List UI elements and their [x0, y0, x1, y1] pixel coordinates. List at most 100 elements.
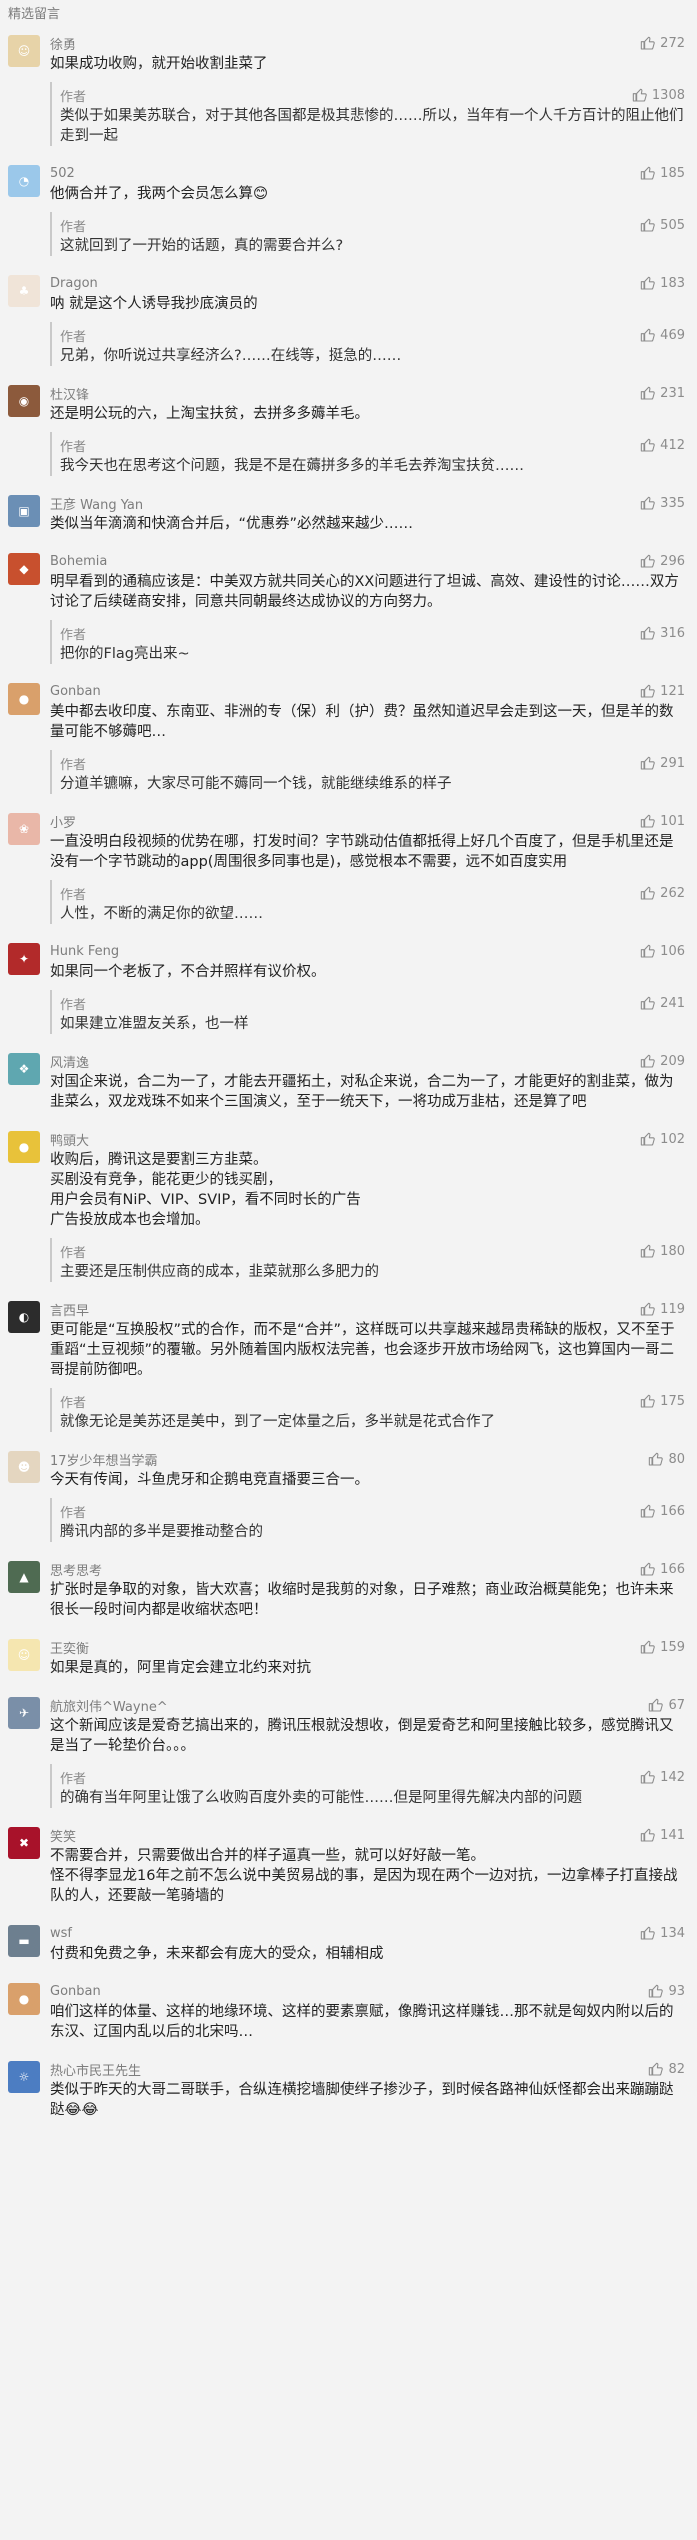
- reply-like-count: 241: [660, 995, 685, 1011]
- like-button[interactable]: 102: [640, 1131, 685, 1147]
- comment-nickname[interactable]: 杜汉锋: [50, 384, 640, 403]
- comment-nickname[interactable]: 风清逸: [50, 1052, 640, 1071]
- like-button[interactable]: 67: [648, 1697, 685, 1713]
- comment-nickname[interactable]: 17岁少年想当学霸: [50, 1450, 648, 1469]
- avatar[interactable]: ☺: [8, 1639, 40, 1671]
- comment-item: ◔ 502 185 他俩合并了，我两个会员怎么算😊 作者 505 这就回到了一开…: [0, 160, 697, 270]
- comment-nickname[interactable]: 笑笑: [50, 1826, 640, 1845]
- avatar[interactable]: ✈: [8, 1697, 40, 1729]
- like-button[interactable]: 106: [640, 943, 685, 959]
- reply-like-button[interactable]: 469: [640, 327, 685, 343]
- comment-item: ● 鸭頭大 102 收购后，腾讯这是要割三方韭菜。 买剧没有竞争，能花更少的钱买剧…: [0, 1126, 697, 1296]
- reply-like-button[interactable]: 175: [640, 1393, 685, 1409]
- author-reply: 作者 469 兄弟，你听说过共享经济么?……在线等，挺急的……: [50, 322, 685, 366]
- avatar[interactable]: ▬: [8, 1925, 40, 1957]
- comment-nickname[interactable]: 王奕衡: [50, 1638, 640, 1657]
- thumbs-up-icon: [640, 996, 655, 1010]
- like-button[interactable]: 231: [640, 385, 685, 401]
- emoji-icon: 😂😂: [64, 2102, 99, 2118]
- thumbs-up-icon: [640, 1562, 655, 1576]
- avatar-glyph: ☻: [17, 1460, 31, 1474]
- comment-nickname[interactable]: 热心市民王先生: [50, 2060, 648, 2079]
- author-reply: 作者 291 分道羊镳嘛，大家尽可能不薅同一个钱，就能继续维系的样子: [50, 750, 685, 794]
- author-label: 作者: [60, 757, 87, 773]
- reply-like-button[interactable]: 412: [640, 437, 685, 453]
- avatar[interactable]: ❖: [8, 1053, 40, 1085]
- avatar[interactable]: ☻: [8, 1451, 40, 1483]
- comment-nickname[interactable]: Dragon: [50, 276, 640, 291]
- like-button[interactable]: 119: [640, 1301, 685, 1317]
- comment-nickname[interactable]: Gonban: [50, 1984, 648, 1999]
- like-button[interactable]: 185: [640, 165, 685, 181]
- reply-like-button[interactable]: 291: [640, 755, 685, 771]
- reply-like-button[interactable]: 166: [640, 1503, 685, 1519]
- like-button[interactable]: 159: [640, 1639, 685, 1655]
- avatar[interactable]: ◔: [8, 165, 40, 197]
- thumbs-up-icon: [640, 438, 655, 452]
- avatar[interactable]: ▣: [8, 495, 40, 527]
- reply-text: 的确有当年阿里让饿了么收购百度外卖的可能性……但是阿里得先解决内部的问题: [60, 1790, 582, 1806]
- reply-text: 我今天也在思考这个问题，我是不是在薅拼多多的羊毛去养淘宝扶贫……: [60, 458, 524, 474]
- avatar-glyph: ▲: [19, 1570, 29, 1584]
- avatar[interactable]: ◉: [8, 385, 40, 417]
- comment-text: 收购后，腾讯这是要割三方韭菜。 买剧没有竞争，能花更少的钱买剧， 用户会员有NiP、…: [50, 1152, 361, 1228]
- comment-nickname[interactable]: 思考思考: [50, 1560, 640, 1579]
- avatar[interactable]: ▲: [8, 1561, 40, 1593]
- reply-like-button[interactable]: 241: [640, 995, 685, 1011]
- reply-like-button[interactable]: 142: [640, 1769, 685, 1785]
- comment-nickname[interactable]: Hunk Feng: [50, 944, 640, 959]
- avatar[interactable]: ◐: [8, 1301, 40, 1333]
- reply-like-button[interactable]: 180: [640, 1243, 685, 1259]
- reply-like-button[interactable]: 1308: [632, 87, 685, 103]
- comment-nickname[interactable]: 言西早: [50, 1300, 640, 1319]
- comment-nickname[interactable]: Bohemia: [50, 554, 640, 569]
- avatar[interactable]: ✖: [8, 1827, 40, 1859]
- like-button[interactable]: 93: [648, 1983, 685, 1999]
- avatar-glyph: ☺: [17, 1648, 31, 1662]
- comment-text: 如果成功收购，就开始收割韭菜了: [50, 56, 268, 72]
- like-button[interactable]: 335: [640, 495, 685, 511]
- like-button[interactable]: 141: [640, 1827, 685, 1843]
- thumbs-up-icon: [649, 2062, 664, 2076]
- avatar[interactable]: ☺: [8, 35, 40, 67]
- avatar[interactable]: ☼: [8, 2061, 40, 2093]
- reply-like-button[interactable]: 505: [640, 217, 685, 233]
- comment-nickname[interactable]: 小罗: [50, 812, 640, 831]
- avatar[interactable]: ◆: [8, 553, 40, 585]
- comment-nickname[interactable]: wsf: [50, 1926, 640, 1941]
- like-button[interactable]: 82: [648, 2061, 685, 2077]
- avatar[interactable]: ●: [8, 1131, 40, 1163]
- comment-nickname[interactable]: 502: [50, 166, 640, 181]
- reply-text: 分道羊镳嘛，大家尽可能不薅同一个钱，就能继续维系的样子: [60, 776, 452, 792]
- comment-item: ☼ 热心市民王先生 82 类似于昨天的大哥二哥联手，合纵连横挖墙脚使绊子掺沙子，…: [0, 2056, 697, 2134]
- like-button[interactable]: 209: [640, 1053, 685, 1069]
- reply-like-count: 262: [660, 885, 685, 901]
- avatar[interactable]: ●: [8, 1983, 40, 2015]
- like-button[interactable]: 80: [648, 1451, 685, 1467]
- avatar[interactable]: ✦: [8, 943, 40, 975]
- avatar-glyph: ●: [18, 1992, 30, 2006]
- thumbs-up-icon: [640, 1302, 655, 1316]
- like-button[interactable]: 183: [640, 275, 685, 291]
- comment-nickname[interactable]: 徐勇: [50, 34, 640, 53]
- avatar-glyph: ▬: [18, 1934, 30, 1948]
- like-button[interactable]: 296: [640, 553, 685, 569]
- avatar-glyph: ✈: [18, 1706, 30, 1720]
- like-count: 106: [660, 943, 685, 959]
- comment-item: ☺ 王奕衡 159 如果是真的，阿里肯定会建立北约来对抗: [0, 1634, 697, 1692]
- comment-nickname[interactable]: 鸭頭大: [50, 1130, 640, 1149]
- comment-nickname[interactable]: 航旅刘伟^Wayne^: [50, 1696, 648, 1715]
- comment-text: 一直没明白段视频的优势在哪，打发时间？字节跳动估值都抵得上好几个百度了，但是手机…: [50, 834, 674, 870]
- comment-nickname[interactable]: 王彦 Wang Yan: [50, 494, 640, 513]
- like-button[interactable]: 166: [640, 1561, 685, 1577]
- like-button[interactable]: 121: [640, 683, 685, 699]
- avatar[interactable]: ●: [8, 683, 40, 715]
- like-button[interactable]: 101: [640, 813, 685, 829]
- avatar[interactable]: ♣: [8, 275, 40, 307]
- reply-like-button[interactable]: 316: [640, 625, 685, 641]
- reply-like-button[interactable]: 262: [640, 885, 685, 901]
- avatar[interactable]: ❀: [8, 813, 40, 845]
- like-button[interactable]: 134: [640, 1925, 685, 1941]
- like-button[interactable]: 272: [640, 35, 685, 51]
- comment-nickname[interactable]: Gonban: [50, 684, 640, 699]
